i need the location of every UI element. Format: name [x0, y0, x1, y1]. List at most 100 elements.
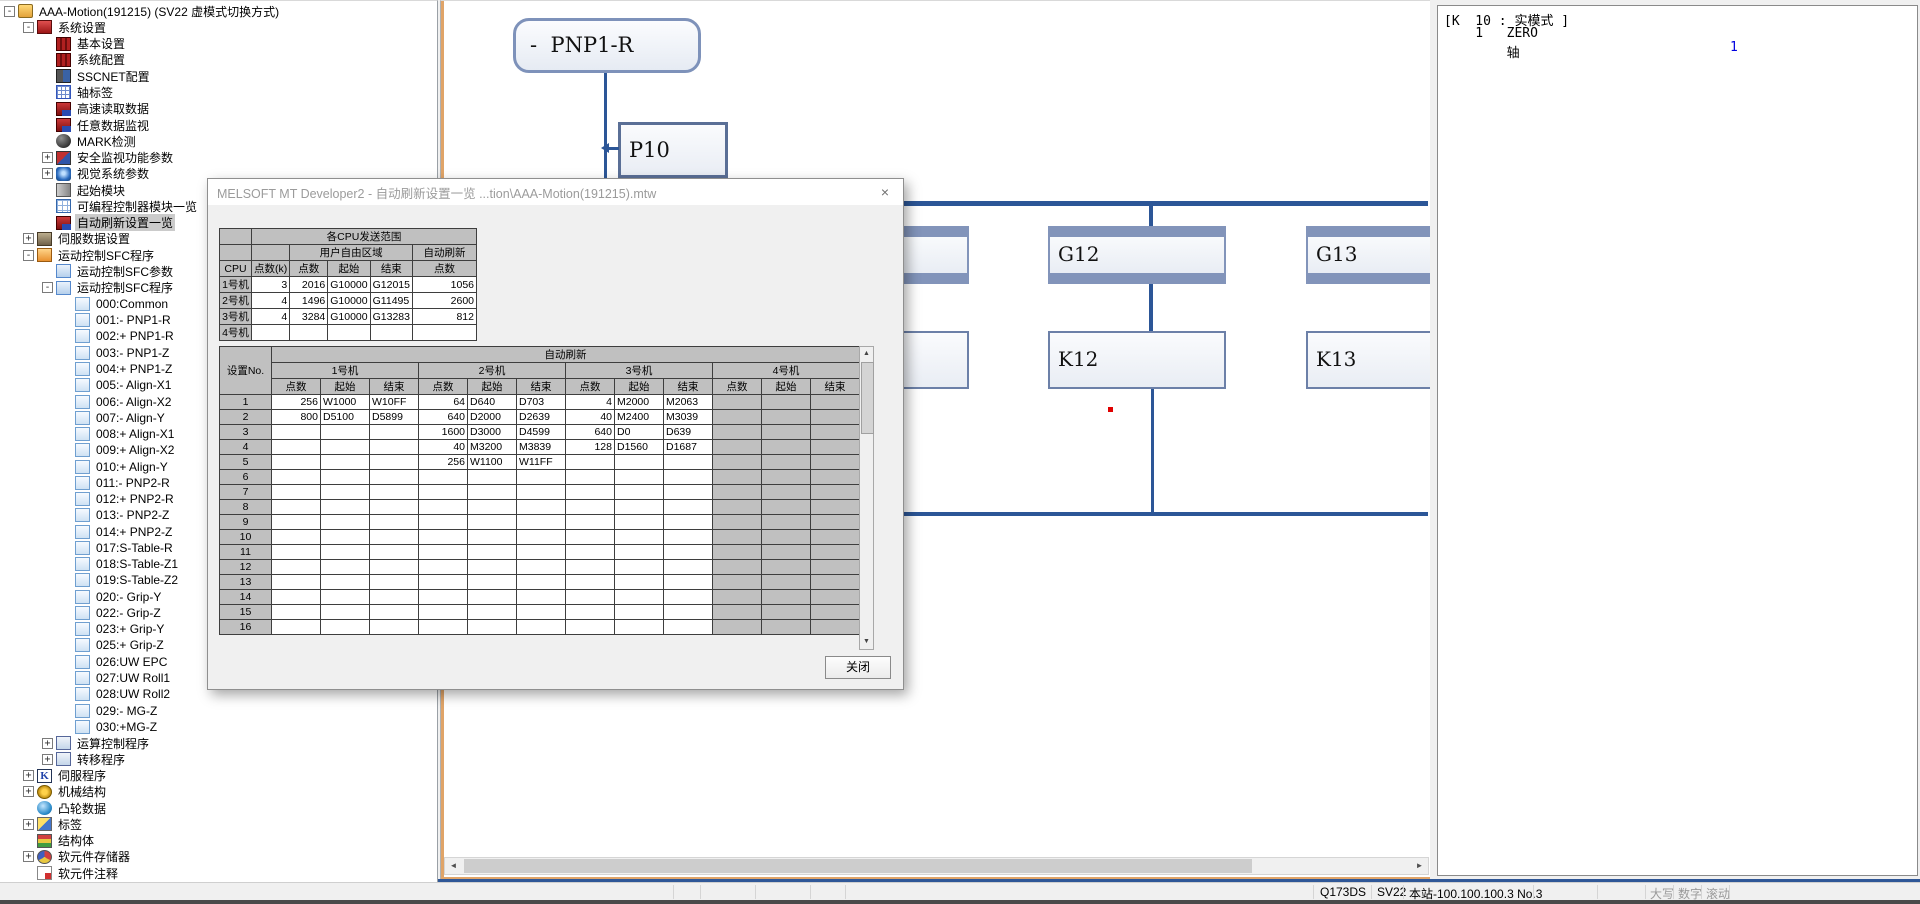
- table-cell: [713, 575, 762, 590]
- close-icon[interactable]: ×: [877, 184, 893, 200]
- table-cell: [419, 575, 468, 590]
- tree-item[interactable]: +安全监视功能参数: [0, 149, 437, 165]
- table-cell: [811, 590, 860, 605]
- close-button[interactable]: 关闭: [825, 656, 891, 679]
- scrollbar-thumb[interactable]: [464, 859, 1252, 873]
- tree-item[interactable]: 高速读取数据: [0, 101, 437, 117]
- sfc-node-g12[interactable]: G12: [1048, 226, 1226, 284]
- expand-toggle-icon[interactable]: +: [42, 754, 53, 765]
- tree-item[interactable]: 凸轮数据: [0, 800, 437, 816]
- tree-item[interactable]: 轴标签: [0, 84, 437, 100]
- table-cell: [811, 395, 860, 410]
- dev-red-icon: [56, 118, 71, 132]
- tree-item[interactable]: -系统设置: [0, 19, 437, 35]
- tree-item[interactable]: MARK检测: [0, 133, 437, 149]
- sfc-connector-line: [887, 201, 1428, 206]
- table-cell: 2016: [290, 277, 328, 293]
- sys-icon: [37, 20, 52, 34]
- tree-item-label: MARK检测: [75, 133, 138, 150]
- table-cell: [664, 485, 713, 500]
- tree-item[interactable]: 任意数据监视: [0, 117, 437, 133]
- table-cell: 自动刷新: [413, 245, 477, 261]
- table-cell: [811, 425, 860, 440]
- page-icon: [75, 427, 90, 441]
- tree-item[interactable]: 029:- MG-Z: [0, 702, 437, 718]
- scroll-right-icon[interactable]: ►: [1411, 858, 1428, 874]
- table-cell: 1号机: [272, 363, 419, 379]
- scroll-up-icon[interactable]: ▲: [860, 347, 873, 361]
- tree-item[interactable]: +转移程序: [0, 751, 437, 767]
- expand-toggle-icon[interactable]: +: [23, 786, 34, 797]
- table-cell: 2号机: [220, 293, 252, 309]
- tree-item[interactable]: -AAA-Motion(191215) (SV22 虚模式切换方式): [0, 3, 437, 19]
- tree-item[interactable]: 基本设置: [0, 36, 437, 52]
- table-cell: [615, 470, 664, 485]
- table-cell: [811, 485, 860, 500]
- table-cell: [272, 590, 321, 605]
- table-cell: [468, 545, 517, 560]
- tree-item[interactable]: 结构体: [0, 833, 437, 849]
- sfc-node-g13[interactable]: G13: [1306, 226, 1430, 284]
- table-cell: [517, 590, 566, 605]
- tree-item[interactable]: SSCNET配置: [0, 68, 437, 84]
- expand-toggle-icon[interactable]: +: [23, 851, 34, 862]
- scroll-left-icon[interactable]: ◄: [445, 858, 462, 874]
- expand-toggle-icon[interactable]: +: [23, 233, 34, 244]
- status-separator: [755, 885, 756, 899]
- table-cell: [370, 605, 419, 620]
- expand-toggle-icon[interactable]: +: [42, 152, 53, 163]
- page-icon: [75, 638, 90, 652]
- tree-item[interactable]: 软元件注释: [0, 865, 437, 881]
- tree-item[interactable]: +运算控制程序: [0, 735, 437, 751]
- auto-refresh-table: 设置No.自动刷新1号机2号机3号机4号机点数起始结束点数起始结束点数起始结束点…: [219, 346, 860, 635]
- page-icon: [75, 297, 90, 311]
- tree-item[interactable]: +标签: [0, 816, 437, 832]
- table-cell: [468, 560, 517, 575]
- table-cell: [811, 545, 860, 560]
- expand-toggle-icon[interactable]: +: [42, 168, 53, 179]
- expand-toggle-icon[interactable]: +: [23, 819, 34, 830]
- expand-toggle-icon[interactable]: +: [23, 770, 34, 781]
- tree-item-label: 机械结构: [56, 783, 108, 800]
- sfc-node-pnp1-r[interactable]: - PNP1-R: [513, 18, 701, 73]
- table-cell: 1600: [419, 425, 468, 440]
- expand-toggle-icon[interactable]: -: [42, 282, 53, 293]
- canvas-horizontal-scrollbar[interactable]: ◄ ►: [444, 857, 1429, 875]
- table-cell: 4: [566, 395, 615, 410]
- expand-toggle-icon[interactable]: +: [42, 738, 53, 749]
- table-cell: W1100: [468, 455, 517, 470]
- tree-item[interactable]: + 机械结构: [0, 784, 437, 800]
- scrollbar-thumb[interactable]: [861, 362, 874, 434]
- table-cell: 5: [220, 455, 272, 470]
- sfc-node-k13[interactable]: K13: [1306, 331, 1430, 389]
- table-cell: 9: [220, 515, 272, 530]
- tree-item[interactable]: +伺服程序: [0, 767, 437, 783]
- table-cell: [811, 410, 860, 425]
- expand-toggle-icon[interactable]: -: [4, 6, 15, 17]
- tree-item[interactable]: +软元件存储器: [0, 849, 437, 865]
- table-vertical-scrollbar[interactable]: ▲ ▼: [859, 346, 874, 650]
- sfc-param-icon: [56, 264, 71, 278]
- table-cell: 128: [566, 440, 615, 455]
- scroll-down-icon[interactable]: ▼: [860, 635, 873, 649]
- expand-toggle-icon[interactable]: -: [23, 250, 34, 261]
- sfc-node-k12[interactable]: K12: [1048, 331, 1226, 389]
- tree-item[interactable]: 030:+MG-Z: [0, 719, 437, 735]
- sfc-connector-line: [1149, 206, 1153, 226]
- tree-item-label: 026:UW EPC: [94, 655, 169, 669]
- table-cell: [220, 229, 252, 245]
- sfc-node-p10[interactable]: P10: [618, 122, 728, 178]
- table-cell: [272, 485, 321, 500]
- table-cell: 点数: [290, 261, 328, 277]
- expand-toggle-icon[interactable]: -: [23, 22, 34, 33]
- table-cell: D5899: [370, 410, 419, 425]
- cam-icon: [37, 801, 52, 815]
- table-cell: 4: [252, 309, 290, 325]
- table-cell: [468, 470, 517, 485]
- table-cell: G10000: [328, 293, 370, 309]
- tree-item[interactable]: 系统配置: [0, 52, 437, 68]
- tree-item-label: 任意数据监视: [75, 117, 151, 134]
- page-icon: [75, 329, 90, 343]
- table-cell: [370, 515, 419, 530]
- page-icon: [75, 378, 90, 392]
